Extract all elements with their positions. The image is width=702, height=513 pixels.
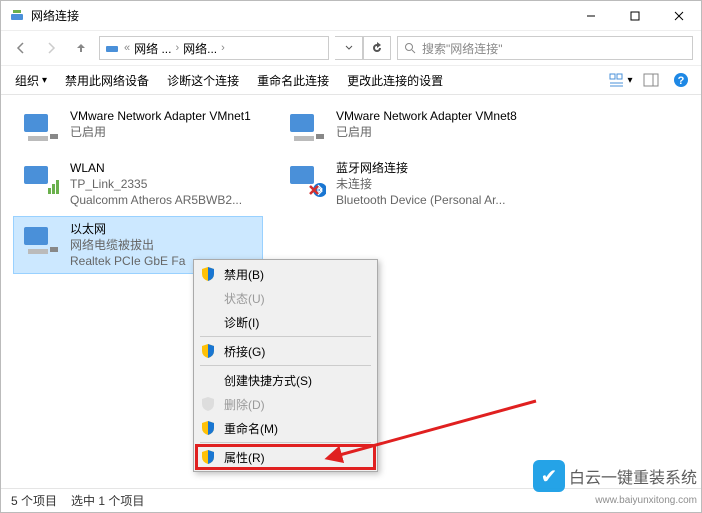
breadcrumb-1[interactable]: 网络 ...	[134, 40, 171, 57]
refresh-button[interactable]	[363, 36, 391, 60]
ctx-separator	[200, 365, 371, 366]
command-bar: 组织▾ 禁用此网络设备 诊断这个连接 重命名此连接 更改此连接的设置 ▾ ?	[1, 65, 701, 95]
search-icon	[404, 42, 416, 54]
adapter-item-vmnet1[interactable]: VMware Network Adapter VMnet1 已启用	[13, 103, 263, 153]
ctx-diagnose[interactable]: 诊断(I)	[196, 310, 375, 334]
item-count: 5 个项目	[11, 492, 57, 509]
adapter-name: 蓝牙网络连接	[336, 160, 505, 176]
network-icon	[104, 40, 120, 56]
adapter-status: 已启用	[336, 124, 517, 140]
window-title: 网络连接	[31, 7, 79, 24]
adapter-device: Bluetooth Device (Personal Ar...	[336, 192, 505, 208]
adapter-network: TP_Link_2335	[70, 176, 242, 192]
search-placeholder: 搜索"网络连接"	[422, 40, 503, 57]
close-button[interactable]	[657, 1, 701, 31]
adapter-icon	[18, 221, 62, 261]
address-bar: « 网络 ... › 网络... › 搜索"网络连接"	[1, 31, 701, 65]
ctx-separator	[200, 336, 371, 337]
maximize-button[interactable]	[613, 1, 657, 31]
adapter-name: VMware Network Adapter VMnet8	[336, 108, 517, 124]
back-button[interactable]	[9, 36, 33, 60]
disable-device-button[interactable]: 禁用此网络设备	[57, 69, 157, 92]
ctx-shortcut[interactable]: 创建快捷方式(S)	[196, 368, 375, 392]
breadcrumb-bar[interactable]: « 网络 ... › 网络... ›	[99, 36, 329, 60]
ctx-disable[interactable]: 禁用(B)	[196, 262, 375, 286]
shield-icon	[200, 266, 216, 282]
forward-button[interactable]	[39, 36, 63, 60]
preview-pane-button[interactable]	[637, 68, 665, 92]
adapter-icon	[284, 160, 328, 200]
adapter-status: 网络电缆被拔出	[70, 237, 185, 253]
statusbar: 5 个项目 选中 1 个项目	[1, 488, 701, 512]
shield-icon	[200, 396, 216, 412]
app-icon	[9, 8, 25, 24]
help-button[interactable]: ?	[667, 68, 695, 92]
shield-icon	[200, 420, 216, 436]
adapter-icon	[284, 108, 328, 148]
shield-icon	[200, 449, 216, 465]
titlebar: 网络连接	[1, 1, 701, 31]
breadcrumb-dropdown[interactable]	[335, 36, 363, 60]
rename-button[interactable]: 重命名此连接	[249, 69, 337, 92]
adapter-device: Qualcomm Atheros AR5BWB2...	[70, 192, 242, 208]
adapter-name: WLAN	[70, 160, 242, 176]
adapter-item-wlan[interactable]: WLAN TP_Link_2335 Qualcomm Atheros AR5BW…	[13, 155, 263, 214]
adapter-status: 已启用	[70, 124, 251, 140]
diagnose-button[interactable]: 诊断这个连接	[159, 69, 247, 92]
svg-text:?: ?	[678, 75, 685, 87]
breadcrumb-2[interactable]: 网络...	[183, 40, 217, 57]
ctx-properties[interactable]: 属性(R)	[196, 445, 375, 469]
adapter-icon	[18, 108, 62, 148]
ctx-separator	[200, 442, 371, 443]
adapter-name: 以太网	[70, 221, 185, 237]
selection-count: 选中 1 个项目	[71, 492, 144, 509]
adapter-status: 未连接	[336, 176, 505, 192]
organize-menu[interactable]: 组织▾	[7, 69, 55, 92]
ctx-status[interactable]: 状态(U)	[196, 286, 375, 310]
adapter-item-vmnet8[interactable]: VMware Network Adapter VMnet8 已启用	[279, 103, 529, 153]
view-options-button[interactable]: ▾	[607, 68, 635, 92]
search-input[interactable]: 搜索"网络连接"	[397, 36, 693, 60]
ctx-bridge[interactable]: 桥接(G)	[196, 339, 375, 363]
up-button[interactable]	[69, 36, 93, 60]
minimize-button[interactable]	[569, 1, 613, 31]
context-menu: 禁用(B) 状态(U) 诊断(I) 桥接(G) 创建快捷方式(S) 删除(D) …	[193, 259, 378, 472]
ctx-delete[interactable]: 删除(D)	[196, 392, 375, 416]
shield-icon	[200, 343, 216, 359]
adapter-name: VMware Network Adapter VMnet1	[70, 108, 251, 124]
adapter-device: Realtek PCIe GbE Fa	[70, 253, 185, 269]
connection-settings-button[interactable]: 更改此连接的设置	[339, 69, 451, 92]
adapter-icon	[18, 160, 62, 200]
ctx-rename[interactable]: 重命名(M)	[196, 416, 375, 440]
adapter-item-bluetooth[interactable]: 蓝牙网络连接 未连接 Bluetooth Device (Personal Ar…	[279, 155, 529, 214]
